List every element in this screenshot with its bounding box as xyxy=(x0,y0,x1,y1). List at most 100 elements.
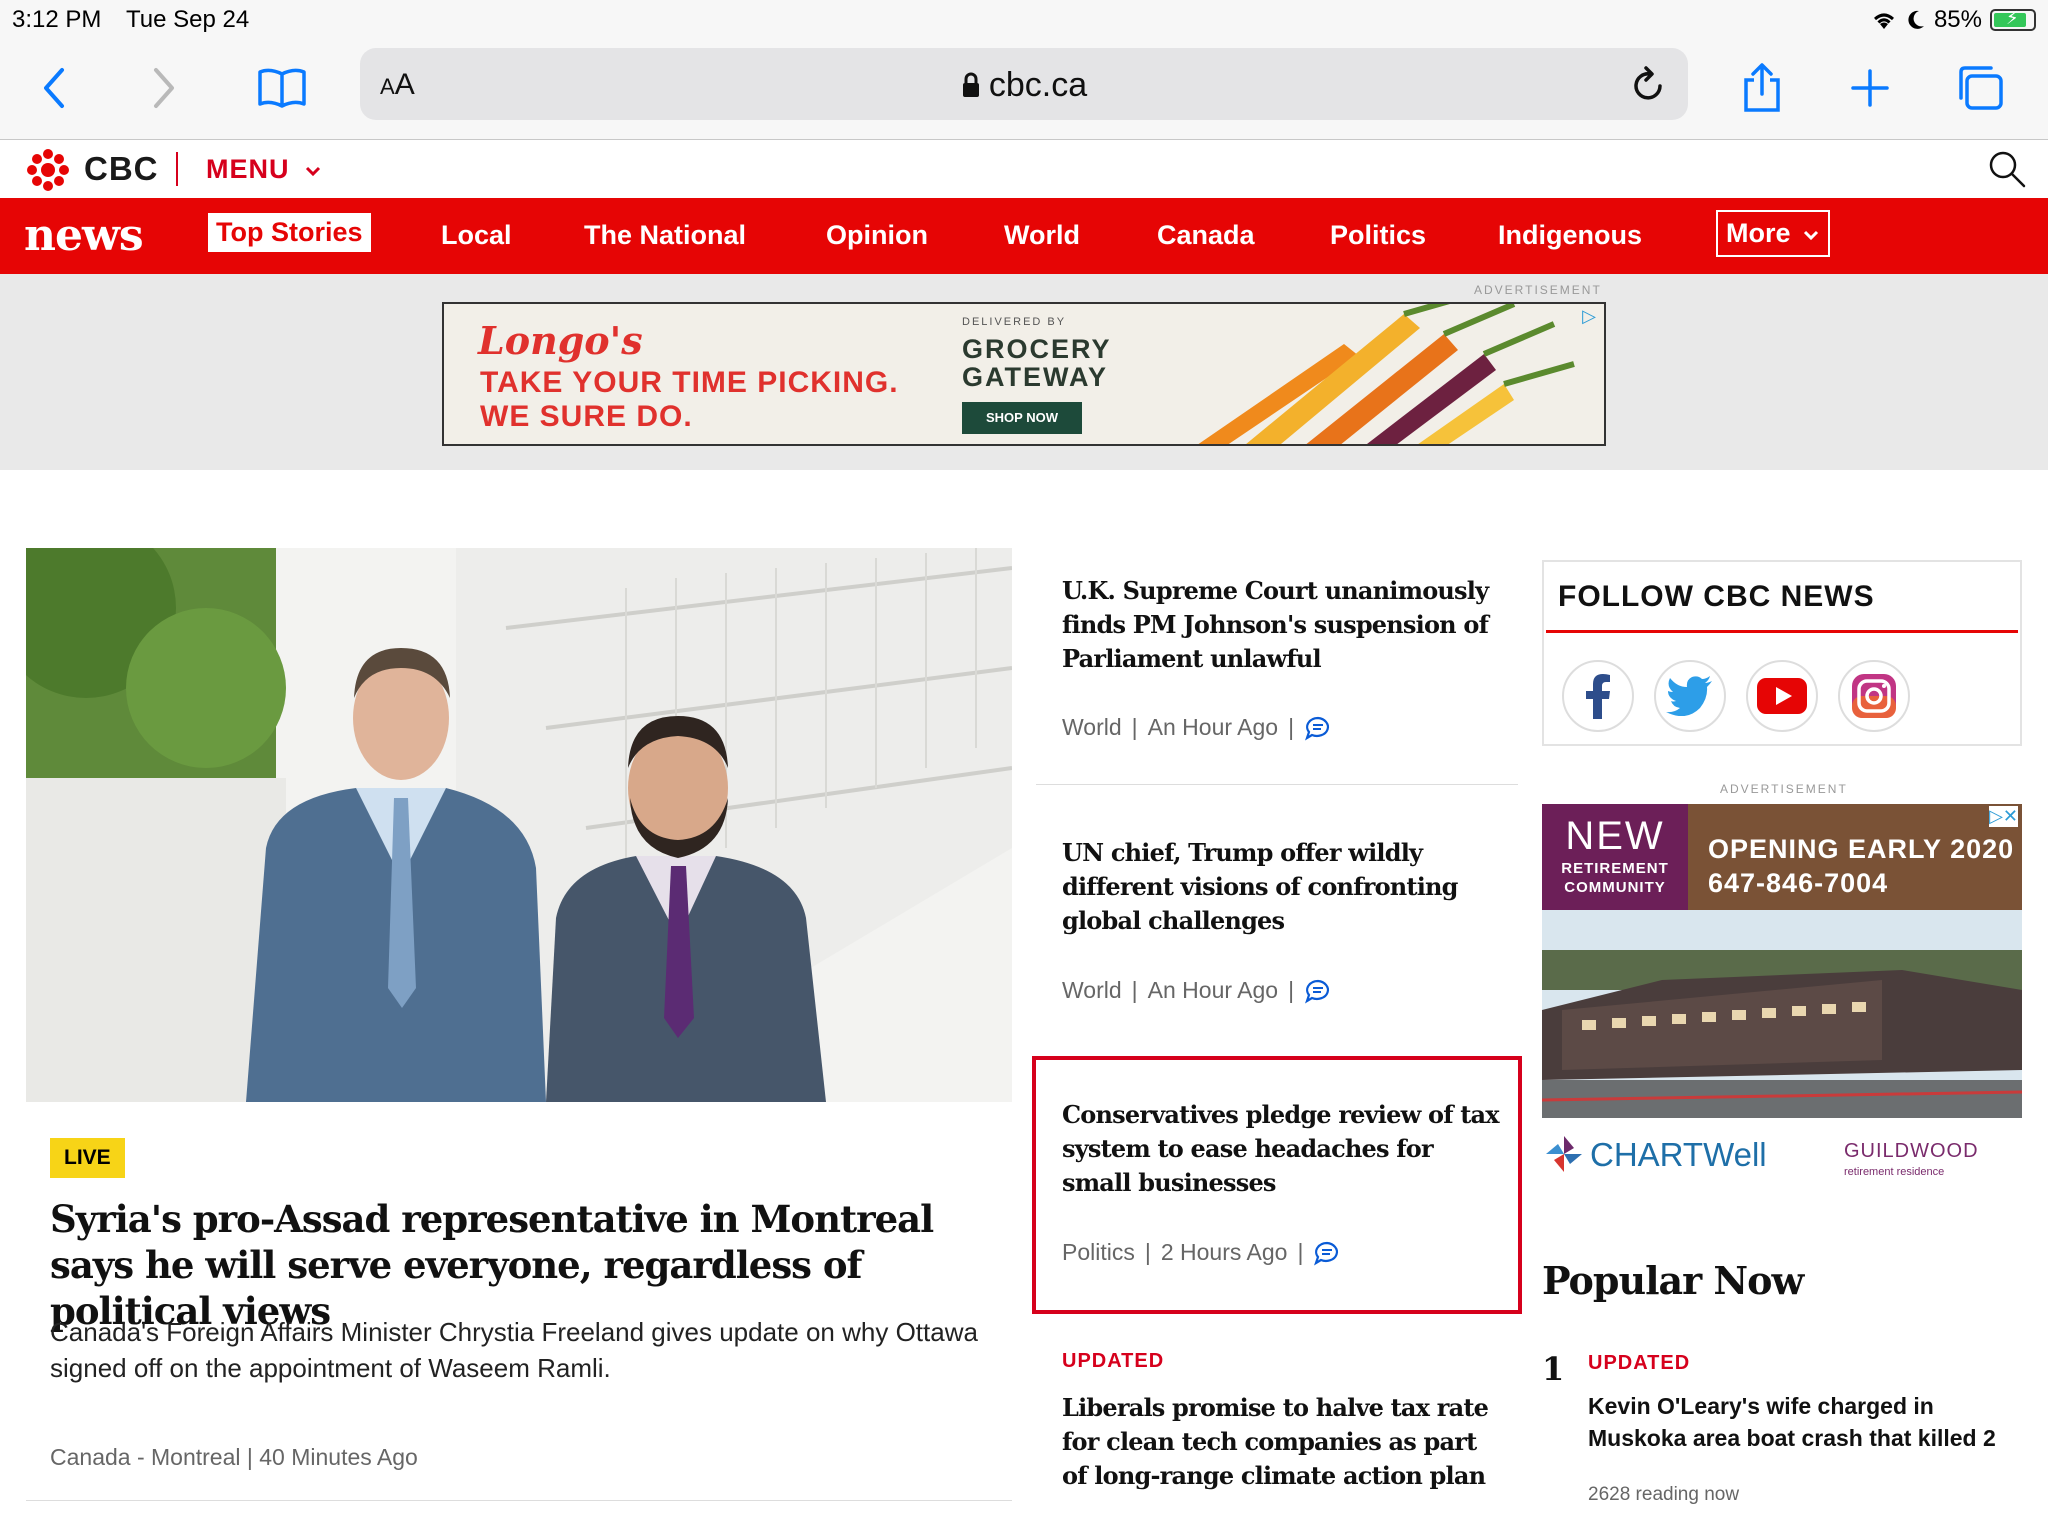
lock-icon xyxy=(962,72,979,97)
chartwell-ad[interactable]: NEW RETIREMENT COMMUNITY OPENING EARLY 2… xyxy=(1542,804,2022,1200)
ad-delivered-by: DELIVERED BY xyxy=(962,316,1067,328)
nav-canada[interactable]: Canada xyxy=(1157,220,1255,251)
ad-label: ADVERTISEMENT xyxy=(1720,782,1848,796)
story-meta: World | An Hour Ago | xyxy=(1062,977,1332,1004)
ad-new-sub1: RETIREMENT xyxy=(1561,860,1669,877)
story-category[interactable]: Politics xyxy=(1062,1239,1135,1266)
divider xyxy=(1036,784,1518,785)
back-button[interactable] xyxy=(24,58,84,118)
plus-icon xyxy=(1851,69,1889,107)
cbc-logo-text[interactable]: CBC xyxy=(84,150,159,188)
separator: | xyxy=(1144,1239,1151,1265)
story-card[interactable]: UN chief, Trump offer wildly different v… xyxy=(1062,836,1502,938)
ad-new-box: NEW RETIREMENT COMMUNITY xyxy=(1542,804,1688,910)
cbc-header: CBC MENU xyxy=(0,140,2048,198)
ad-partner: GUILDWOOD xyxy=(1844,1140,1979,1162)
bookmarks-button[interactable] xyxy=(252,58,312,118)
nav-world[interactable]: World xyxy=(1004,220,1080,251)
ad-close-icon[interactable]: ▷✕ xyxy=(1989,806,2018,827)
share-button[interactable] xyxy=(1732,58,1792,118)
ad-new: NEW xyxy=(1565,814,1665,858)
reading-count: 2628 reading now xyxy=(1588,1484,1740,1505)
news-nav: news Top Stories Local The National Opin… xyxy=(0,198,2048,274)
story-card[interactable]: Conservatives pledge review of tax syste… xyxy=(1062,1098,1502,1200)
story-meta: Politics | 2 Hours Ago | xyxy=(1062,1239,1341,1266)
chevron-right-icon xyxy=(154,68,174,108)
carrots-image xyxy=(1198,304,1575,444)
ad-new-sub2: COMMUNITY xyxy=(1564,879,1666,896)
hero-meta: Canada - Montreal | 40 Minutes Ago xyxy=(50,1444,418,1470)
ad-shop-now-button[interactable]: SHOP NOW xyxy=(962,402,1082,434)
new-tab-button[interactable] xyxy=(1840,58,1900,118)
separator: | xyxy=(1297,1239,1304,1265)
youtube-icon xyxy=(1757,678,1807,714)
story-headline[interactable]: Liberals promise to halve tax rate for c… xyxy=(1062,1391,1502,1493)
comment-icon[interactable] xyxy=(1304,978,1332,1004)
twitter-button[interactable] xyxy=(1654,660,1726,732)
address-bar[interactable]: AA cbc.ca xyxy=(360,48,1688,120)
nav-the-national[interactable]: The National xyxy=(584,220,746,251)
ad-brand: Longo's xyxy=(478,318,643,363)
nav-more-label: More xyxy=(1726,218,1791,248)
longos-ad[interactable]: Longo's TAKE YOUR TIME PICKING. WE SURE … xyxy=(442,302,1606,446)
hero-description: Canada's Foreign Affairs Minister Chryst… xyxy=(50,1317,978,1383)
ad-partner-1: GROCERY xyxy=(962,334,1112,364)
twitter-icon xyxy=(1666,676,1712,716)
popular-story-headline[interactable]: Kevin O'Leary's wife charged in Muskoka … xyxy=(1588,1390,2028,1454)
nav-politics[interactable]: Politics xyxy=(1330,220,1426,251)
facebook-icon xyxy=(1586,674,1610,719)
reload-button[interactable] xyxy=(1628,62,1668,111)
news-logo[interactable]: news xyxy=(24,210,144,261)
youtube-button[interactable] xyxy=(1746,660,1818,732)
instagram-button[interactable] xyxy=(1838,660,1910,732)
story-category[interactable]: World xyxy=(1062,977,1122,1004)
adchoices-icon[interactable]: ▷ xyxy=(1582,306,1596,327)
search-button[interactable] xyxy=(1986,148,2028,195)
menu-button[interactable]: MENU xyxy=(206,154,322,185)
cbc-gem-logo-icon[interactable] xyxy=(26,148,70,192)
tabs-icon xyxy=(1959,66,2003,110)
header-divider xyxy=(176,152,178,186)
separator: | xyxy=(1288,977,1295,1003)
book-icon xyxy=(258,68,306,108)
tabs-button[interactable] xyxy=(1950,58,2010,118)
url-text: cbc.ca xyxy=(988,66,1088,104)
facebook-button[interactable] xyxy=(1562,660,1634,732)
nav-local[interactable]: Local xyxy=(441,220,512,251)
updated-badge: UPDATED xyxy=(1062,1350,1165,1372)
search-icon xyxy=(1989,151,2026,188)
chevron-down-icon xyxy=(1803,230,1819,241)
popular-now-heading: Popular Now xyxy=(1542,1258,1804,1303)
nav-more-button[interactable]: More xyxy=(1716,210,1831,257)
status-bar: 3:12 PM Tue Sep 24 85% ⚡ xyxy=(0,0,2048,40)
comment-icon[interactable] xyxy=(1304,715,1332,741)
hero-image[interactable] xyxy=(26,548,1012,1102)
ad-partner-sub: retirement residence xyxy=(1844,1166,1945,1178)
story-card[interactable]: UPDATED Liberals promise to halve tax ra… xyxy=(1062,1350,1502,1493)
forward-button[interactable] xyxy=(134,58,194,118)
separator: | xyxy=(1131,714,1138,740)
live-badge: LIVE xyxy=(50,1138,125,1178)
story-headline[interactable]: U.K. Supreme Court unanimously finds PM … xyxy=(1062,574,1502,676)
story-card[interactable]: U.K. Supreme Court unanimously finds PM … xyxy=(1062,574,1502,676)
comment-icon[interactable] xyxy=(1313,1240,1341,1266)
instagram-icon xyxy=(1852,674,1896,718)
url-display[interactable]: cbc.ca xyxy=(360,66,1688,105)
menu-label: MENU xyxy=(206,154,290,184)
nav-indigenous[interactable]: Indigenous xyxy=(1498,220,1642,251)
ad-label: ADVERTISEMENT xyxy=(1474,283,1602,297)
ad-banner-area: ADVERTISEMENT Longo's TAKE YOUR TIME PIC… xyxy=(0,274,2048,470)
charging-icon: ⚡ xyxy=(2006,8,2019,28)
separator: | xyxy=(1288,714,1295,740)
hero-photo xyxy=(26,548,1012,1102)
story-headline[interactable]: UN chief, Trump offer wildly different v… xyxy=(1062,836,1502,938)
reload-icon xyxy=(1634,66,1662,100)
story-headline[interactable]: Conservatives pledge review of tax syste… xyxy=(1062,1098,1502,1200)
story-time: 2 Hours Ago xyxy=(1160,1239,1288,1265)
story-category[interactable]: World xyxy=(1062,714,1122,741)
story-time: An Hour Ago xyxy=(1147,977,1279,1003)
nav-opinion[interactable]: Opinion xyxy=(826,220,928,251)
building-rendering-image xyxy=(1542,910,2022,1118)
ad-headline-2: WE SURE DO. xyxy=(480,400,693,433)
nav-top-stories[interactable]: Top Stories xyxy=(208,213,371,252)
